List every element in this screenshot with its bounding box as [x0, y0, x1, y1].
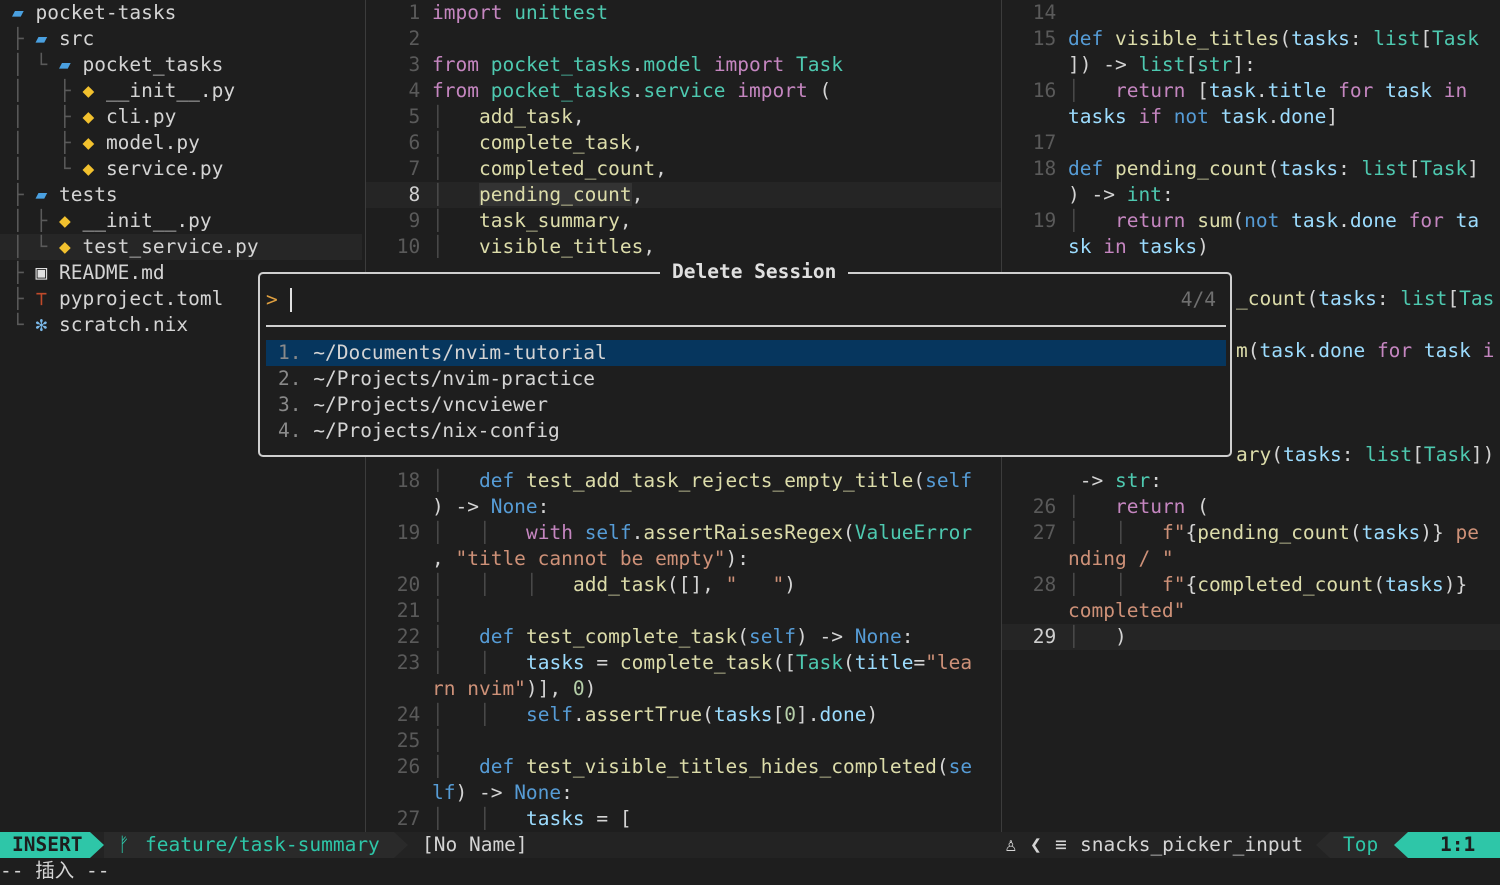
tree-guide: │ ├ — [12, 79, 83, 102]
filetype-icon: ≡ — [1055, 833, 1067, 856]
scroll-position: Top — [1343, 833, 1379, 856]
file-name: [No Name] — [422, 833, 528, 856]
python-icon: ◆ — [82, 157, 106, 180]
tree-item-label: __init__.py — [105, 79, 236, 102]
tree-guide: │ ├ — [12, 105, 83, 128]
python-icon: ◆ — [58, 209, 83, 232]
tree-item-label: service.py — [105, 157, 224, 180]
separator-arrow — [1316, 832, 1330, 858]
folder-open-icon: ▰ — [58, 53, 83, 76]
session-picker-dialog[interactable]: Delete Session > 4/4 1. ~/Documents/nvim… — [258, 260, 1232, 457]
tree-item[interactable]: │ └ ◆ service.py — [12, 156, 223, 182]
git-branch: feature/task-summary — [145, 833, 380, 856]
python-icon: ◆ — [58, 235, 83, 258]
file-type: snacks_picker_input — [1080, 833, 1304, 856]
python-icon: ◆ — [82, 131, 106, 154]
nix-icon: ✻ — [35, 313, 59, 336]
separator-arrow — [394, 832, 408, 858]
statusline: INSERT ᚠ feature/task-summary [No Name] … — [0, 832, 1500, 858]
tree-item[interactable]: │ └ ▰ pocket_tasks — [12, 52, 223, 78]
tree-guide: │ ├ — [12, 131, 83, 154]
tree-item[interactable]: └ ✻ scratch.nix — [12, 312, 188, 338]
tree-item[interactable]: ├ ▣ README.md — [12, 260, 165, 286]
separator-arrow — [1394, 832, 1408, 858]
tree-item-label: cli.py — [105, 105, 177, 128]
tree-item[interactable]: │ ├ ◆ model.py — [12, 130, 200, 156]
linux-icon: ♙ — [1005, 833, 1017, 856]
folder-open-icon: ▰ — [12, 1, 36, 24]
python-icon: ◆ — [82, 105, 106, 128]
cursor-position: 1:1 — [1440, 833, 1476, 856]
tree-item-label: test_service.py — [82, 235, 259, 258]
picker-item[interactable]: 3. ~/Projects/vncviewer — [266, 392, 1226, 418]
folder-open-icon: ▰ — [35, 183, 59, 206]
tree-guide: │ └ — [12, 53, 59, 76]
tree-item[interactable]: ├ ▰ tests — [12, 182, 118, 208]
tree-item-label: pocket_tasks — [82, 53, 224, 76]
git-branch-icon: ᚠ — [118, 833, 130, 856]
markdown-icon: ▣ — [35, 261, 59, 284]
picker-item[interactable]: 1. ~/Documents/nvim-tutorial — [266, 340, 1226, 366]
separator-arrow — [90, 832, 104, 858]
picker-separator — [266, 325, 1226, 327]
tree-item-label: scratch.nix — [58, 313, 189, 336]
tree-guide: ├ — [12, 261, 36, 284]
tree-guide: ├ — [12, 287, 36, 310]
python-icon: ◆ — [82, 79, 106, 102]
tree-item[interactable]: │ ├ ◆ __init__.py — [12, 78, 235, 104]
picker-item[interactable]: 2. ~/Projects/nvim-practice — [266, 366, 1226, 392]
tree-item-label: pocket-tasks — [35, 1, 177, 24]
picker-search-input[interactable] — [290, 288, 292, 312]
picker-item[interactable]: 4. ~/Projects/nix-config — [266, 418, 1226, 444]
tree-item-label: __init__.py — [82, 209, 212, 232]
tree-item-label: tests — [58, 183, 118, 206]
tree-guide: │ ├ — [12, 209, 59, 232]
mode-indicator: INSERT — [0, 832, 90, 858]
tree-guide: │ └ — [12, 235, 59, 258]
tree-guide: ├ — [12, 27, 36, 50]
tree-item-label: pyproject.toml — [58, 287, 224, 310]
folder-open-icon: ▰ — [35, 27, 59, 50]
picker-count: 4/4 — [1180, 288, 1216, 311]
tree-item-label: README.md — [58, 261, 165, 284]
tree-guide: └ — [12, 313, 36, 336]
tree-item-label: src — [58, 27, 95, 50]
tree-item[interactable]: │ ├ ◆ __init__.py — [12, 208, 212, 234]
tree-guide: ├ — [12, 183, 36, 206]
tree-item[interactable]: │ └ ◆ test_service.py — [0, 234, 362, 260]
tree-item[interactable]: │ ├ ◆ cli.py — [12, 104, 176, 130]
tree-item[interactable]: ├ ⊤ pyproject.toml — [12, 286, 223, 312]
command-line: -- 插入 -- — [0, 859, 110, 882]
prompt-chevron-icon: > — [266, 288, 278, 311]
tree-guide: │ └ — [12, 157, 83, 180]
toml-icon: ⊤ — [35, 287, 59, 310]
chevron-left-icon: ❮ — [1030, 833, 1042, 856]
tree-item[interactable]: ▰ pocket-tasks — [12, 0, 176, 26]
picker-title: Delete Session — [660, 260, 849, 283]
tree-item[interactable]: ├ ▰ src — [12, 26, 94, 52]
tree-item-label: model.py — [105, 131, 200, 154]
